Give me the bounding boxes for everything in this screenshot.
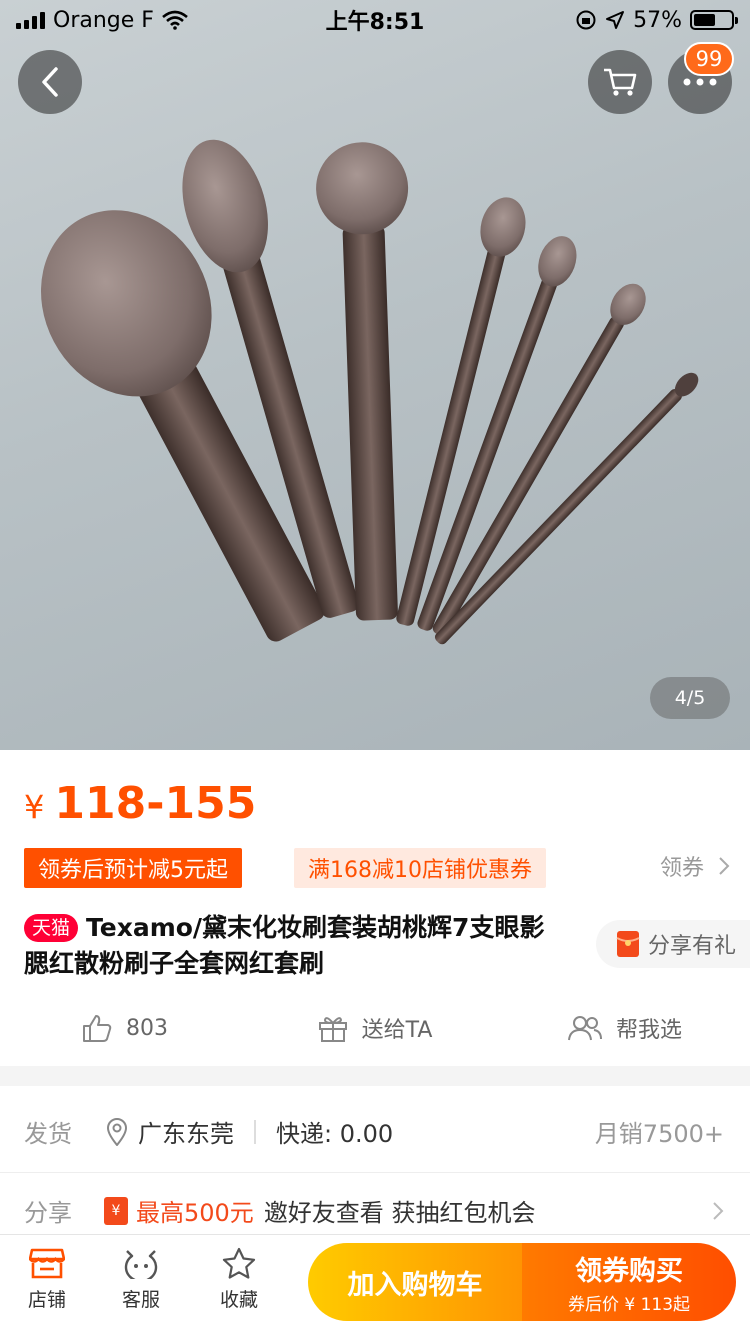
shipping-row[interactable]: 发货 广东东莞 快递: 0.00 月销7500+ (0, 1086, 750, 1172)
image-pager: 4/5 (650, 677, 730, 719)
star-icon (222, 1247, 256, 1279)
currency-symbol: ¥ (24, 788, 45, 826)
product-title-text: Texamo/黛末化妆刷套装胡桃辉7支眼影腮红散粉刷子全套网红套刷 (24, 913, 545, 978)
wifi-icon (162, 10, 188, 30)
gift-button[interactable]: 送给TA (250, 1006, 500, 1050)
share-row[interactable]: 分享 ¥ 最高500元 邀好友查看 获抽红包机会 (0, 1172, 750, 1240)
tab-customer-service[interactable]: 客服 (106, 1247, 176, 1312)
share-gift-button[interactable]: 分享有礼 (595, 920, 750, 968)
ship-location: 广东东莞 (138, 1120, 234, 1148)
share-label: 分享 (24, 1199, 72, 1227)
like-button[interactable]: 803 (0, 1006, 250, 1050)
cart-count-badge: 99 (684, 42, 734, 76)
store-coupon-tag[interactable]: 满168减10店铺优惠券 (294, 848, 546, 888)
add-to-cart-button[interactable]: 加入购物车 (308, 1243, 522, 1321)
bottom-action-bar: 店铺 客服 收藏 加入购物车 领券购买 券后价 ¥ 113起 (0, 1234, 750, 1334)
ship-from: 广东东莞 (106, 1114, 234, 1149)
carrier-name: Orange F (53, 7, 154, 33)
get-coupon-label: 领券 (659, 856, 704, 881)
get-coupon-link[interactable]: 领券 (660, 850, 730, 882)
shipping-label: 发货 (24, 1120, 72, 1148)
signal-icon (16, 11, 45, 29)
max-reward: 最高500元 (136, 1199, 254, 1227)
brush-set-image (41, 139, 699, 645)
buy-main-label: 领券购买 (575, 1256, 683, 1287)
help-choose-button[interactable]: 帮我选 (500, 1006, 750, 1050)
rotation-lock-icon (576, 10, 596, 30)
action-row: 803 送给TA 帮我选 (0, 1006, 750, 1050)
shop-icon (29, 1248, 65, 1279)
service-label: 客服 (121, 1289, 160, 1311)
price-range: 118-155 (54, 778, 257, 829)
buy-sub-label: 券后价 ¥ 113起 (567, 1295, 691, 1315)
gift-icon (318, 1017, 347, 1042)
product-image-carousel[interactable]: 99 4/5 (0, 0, 750, 750)
red-packet-icon: ¥ (104, 1196, 128, 1225)
status-bar: Orange F 上午8:51 57% (0, 0, 750, 40)
battery-percent: 57% (633, 7, 682, 33)
tab-favorite[interactable]: 收藏 (204, 1247, 274, 1312)
divider (254, 1119, 256, 1144)
thumbs-up-icon (83, 1015, 112, 1042)
location-arrow-icon (606, 11, 625, 29)
product-title: 天猫 Texamo/黛末化妆刷套装胡桃辉7支眼影腮红散粉刷子全套网红套刷 (24, 910, 564, 982)
chevron-right-icon (719, 857, 730, 875)
people-icon (567, 1016, 602, 1041)
buy-with-coupon-button[interactable]: 领券购买 券后价 ¥ 113起 (522, 1243, 736, 1321)
battery-icon (690, 10, 738, 30)
price: ¥ 118-155 (24, 778, 256, 829)
gift-label: 送给TA (361, 1018, 433, 1043)
like-count: 803 (126, 1015, 168, 1041)
product-info: ¥ 118-155 领券后预计减5元起 满168减10店铺优惠券 领券 天猫 Te… (0, 750, 750, 1066)
cart-button[interactable] (588, 50, 652, 114)
help-choose-label: 帮我选 (615, 1018, 682, 1043)
location-pin-icon (106, 1117, 128, 1146)
shop-label: 店铺 (27, 1289, 66, 1311)
chevron-left-icon (42, 67, 58, 97)
coupon-estimate-tag[interactable]: 领券后预计减5元起 (24, 848, 242, 888)
cart-icon (604, 68, 637, 96)
tmall-badge: 天猫 (24, 914, 79, 942)
back-button[interactable] (18, 50, 82, 114)
favorite-label: 收藏 (219, 1289, 258, 1311)
share-description: 邀好友查看 获抽红包机会 (263, 1199, 536, 1227)
express-fee: 快递: 0.00 (276, 1120, 394, 1148)
chevron-right-icon (713, 1201, 724, 1220)
service-icon (124, 1250, 158, 1279)
more-dots-icon (683, 78, 717, 86)
share-gift-label: 分享有礼 (647, 934, 736, 959)
tab-shop[interactable]: 店铺 (12, 1247, 82, 1312)
red-packet-icon (616, 931, 640, 957)
monthly-sales: 月销7500+ (594, 1120, 724, 1148)
